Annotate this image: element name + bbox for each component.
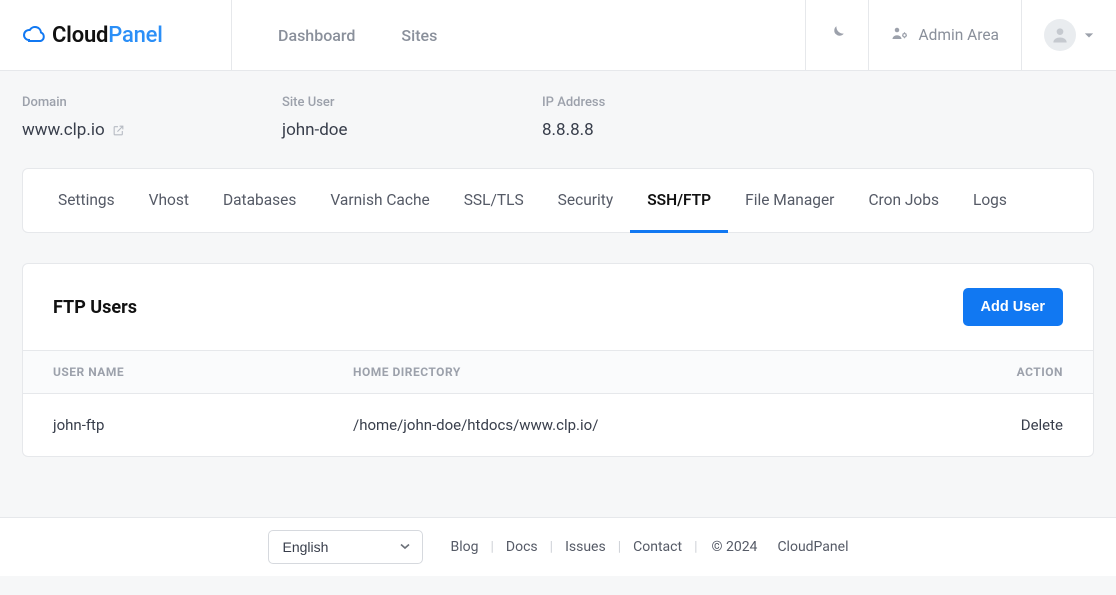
info-ip-label: IP Address bbox=[542, 95, 802, 110]
avatar bbox=[1044, 19, 1076, 51]
col-home-directory: HOME DIRECTORY bbox=[323, 351, 933, 394]
info-site-user: Site User john-doe bbox=[282, 95, 542, 140]
add-user-button[interactable]: Add User bbox=[963, 288, 1063, 326]
footer-copyright: © 2024 bbox=[711, 539, 757, 555]
language-select-wrap: English bbox=[268, 530, 423, 564]
col-user-name: USER NAME bbox=[23, 351, 323, 394]
footer: English Blog | Docs | Issues | Contact |… bbox=[0, 517, 1116, 576]
external-link-icon[interactable] bbox=[112, 124, 125, 137]
tab-databases[interactable]: Databases bbox=[206, 169, 313, 233]
footer-docs-link[interactable]: Docs bbox=[506, 539, 538, 555]
tab-varnish-cache[interactable]: Varnish Cache bbox=[313, 169, 446, 233]
col-action: ACTION bbox=[933, 351, 1093, 394]
footer-links: Blog | Docs | Issues | Contact | © 2024 … bbox=[451, 539, 849, 555]
footer-sep: | bbox=[618, 539, 621, 555]
footer-sep: | bbox=[550, 539, 553, 555]
site-tabs: Settings Vhost Databases Varnish Cache S… bbox=[22, 168, 1094, 233]
footer-sep: | bbox=[490, 539, 493, 555]
nav-sites[interactable]: Sites bbox=[401, 26, 437, 45]
admin-area-link[interactable]: Admin Area bbox=[868, 0, 1022, 70]
tab-logs[interactable]: Logs bbox=[956, 169, 1024, 233]
chevron-down-icon bbox=[1084, 26, 1094, 44]
footer-contact-link[interactable]: Contact bbox=[633, 539, 682, 555]
info-ip-value: 8.8.8.8 bbox=[542, 120, 802, 140]
ftp-users-table: USER NAME HOME DIRECTORY ACTION john-ftp… bbox=[23, 350, 1093, 456]
cell-home-directory: /home/john-doe/htdocs/www.clp.io/ bbox=[323, 394, 933, 457]
topbar: CloudPanel Dashboard Sites Admin Area bbox=[0, 0, 1116, 71]
nav-dashboard[interactable]: Dashboard bbox=[278, 26, 355, 45]
tab-vhost[interactable]: Vhost bbox=[132, 169, 206, 233]
users-gear-icon bbox=[891, 24, 909, 46]
admin-area-label: Admin Area bbox=[919, 26, 1000, 44]
tab-file-manager[interactable]: File Manager bbox=[728, 169, 851, 233]
tab-ssl-tls[interactable]: SSL/TLS bbox=[447, 169, 541, 233]
brand[interactable]: CloudPanel bbox=[0, 0, 232, 70]
info-ip: IP Address 8.8.8.8 bbox=[542, 95, 802, 140]
footer-blog-link[interactable]: Blog bbox=[451, 539, 479, 555]
info-domain-value: www.clp.io bbox=[22, 120, 105, 140]
footer-brand: CloudPanel bbox=[777, 539, 848, 555]
info-site-user-value: john-doe bbox=[282, 120, 542, 140]
info-site-user-label: Site User bbox=[282, 95, 542, 110]
cloud-icon bbox=[22, 23, 46, 47]
tab-settings[interactable]: Settings bbox=[41, 169, 132, 233]
tab-ssh-ftp[interactable]: SSH/FTP bbox=[630, 169, 728, 233]
delete-link[interactable]: Delete bbox=[1021, 416, 1063, 434]
tab-cron-jobs[interactable]: Cron Jobs bbox=[851, 169, 956, 233]
dark-mode-toggle[interactable] bbox=[805, 0, 868, 70]
cell-user-name: john-ftp bbox=[23, 394, 323, 457]
topbar-right: Admin Area bbox=[805, 0, 1116, 70]
account-menu[interactable] bbox=[1021, 0, 1116, 70]
topbar-nav: Dashboard Sites bbox=[232, 0, 805, 70]
info-domain: Domain www.clp.io bbox=[22, 95, 282, 140]
panel-header: FTP Users Add User bbox=[23, 264, 1093, 350]
ftp-users-panel: FTP Users Add User USER NAME HOME DIRECT… bbox=[22, 263, 1094, 457]
table-header-row: USER NAME HOME DIRECTORY ACTION bbox=[23, 351, 1093, 394]
brand-text: CloudPanel bbox=[52, 23, 163, 48]
panel-title: FTP Users bbox=[53, 297, 137, 318]
footer-sep: | bbox=[694, 539, 697, 555]
site-info-row: Domain www.clp.io Site User john-doe IP … bbox=[0, 71, 1116, 148]
language-select[interactable]: English bbox=[268, 530, 423, 564]
info-domain-label: Domain bbox=[22, 95, 282, 110]
tab-security[interactable]: Security bbox=[541, 169, 631, 233]
table-row: john-ftp /home/john-doe/htdocs/www.clp.i… bbox=[23, 394, 1093, 457]
moon-icon bbox=[828, 24, 846, 46]
footer-issues-link[interactable]: Issues bbox=[565, 539, 606, 555]
